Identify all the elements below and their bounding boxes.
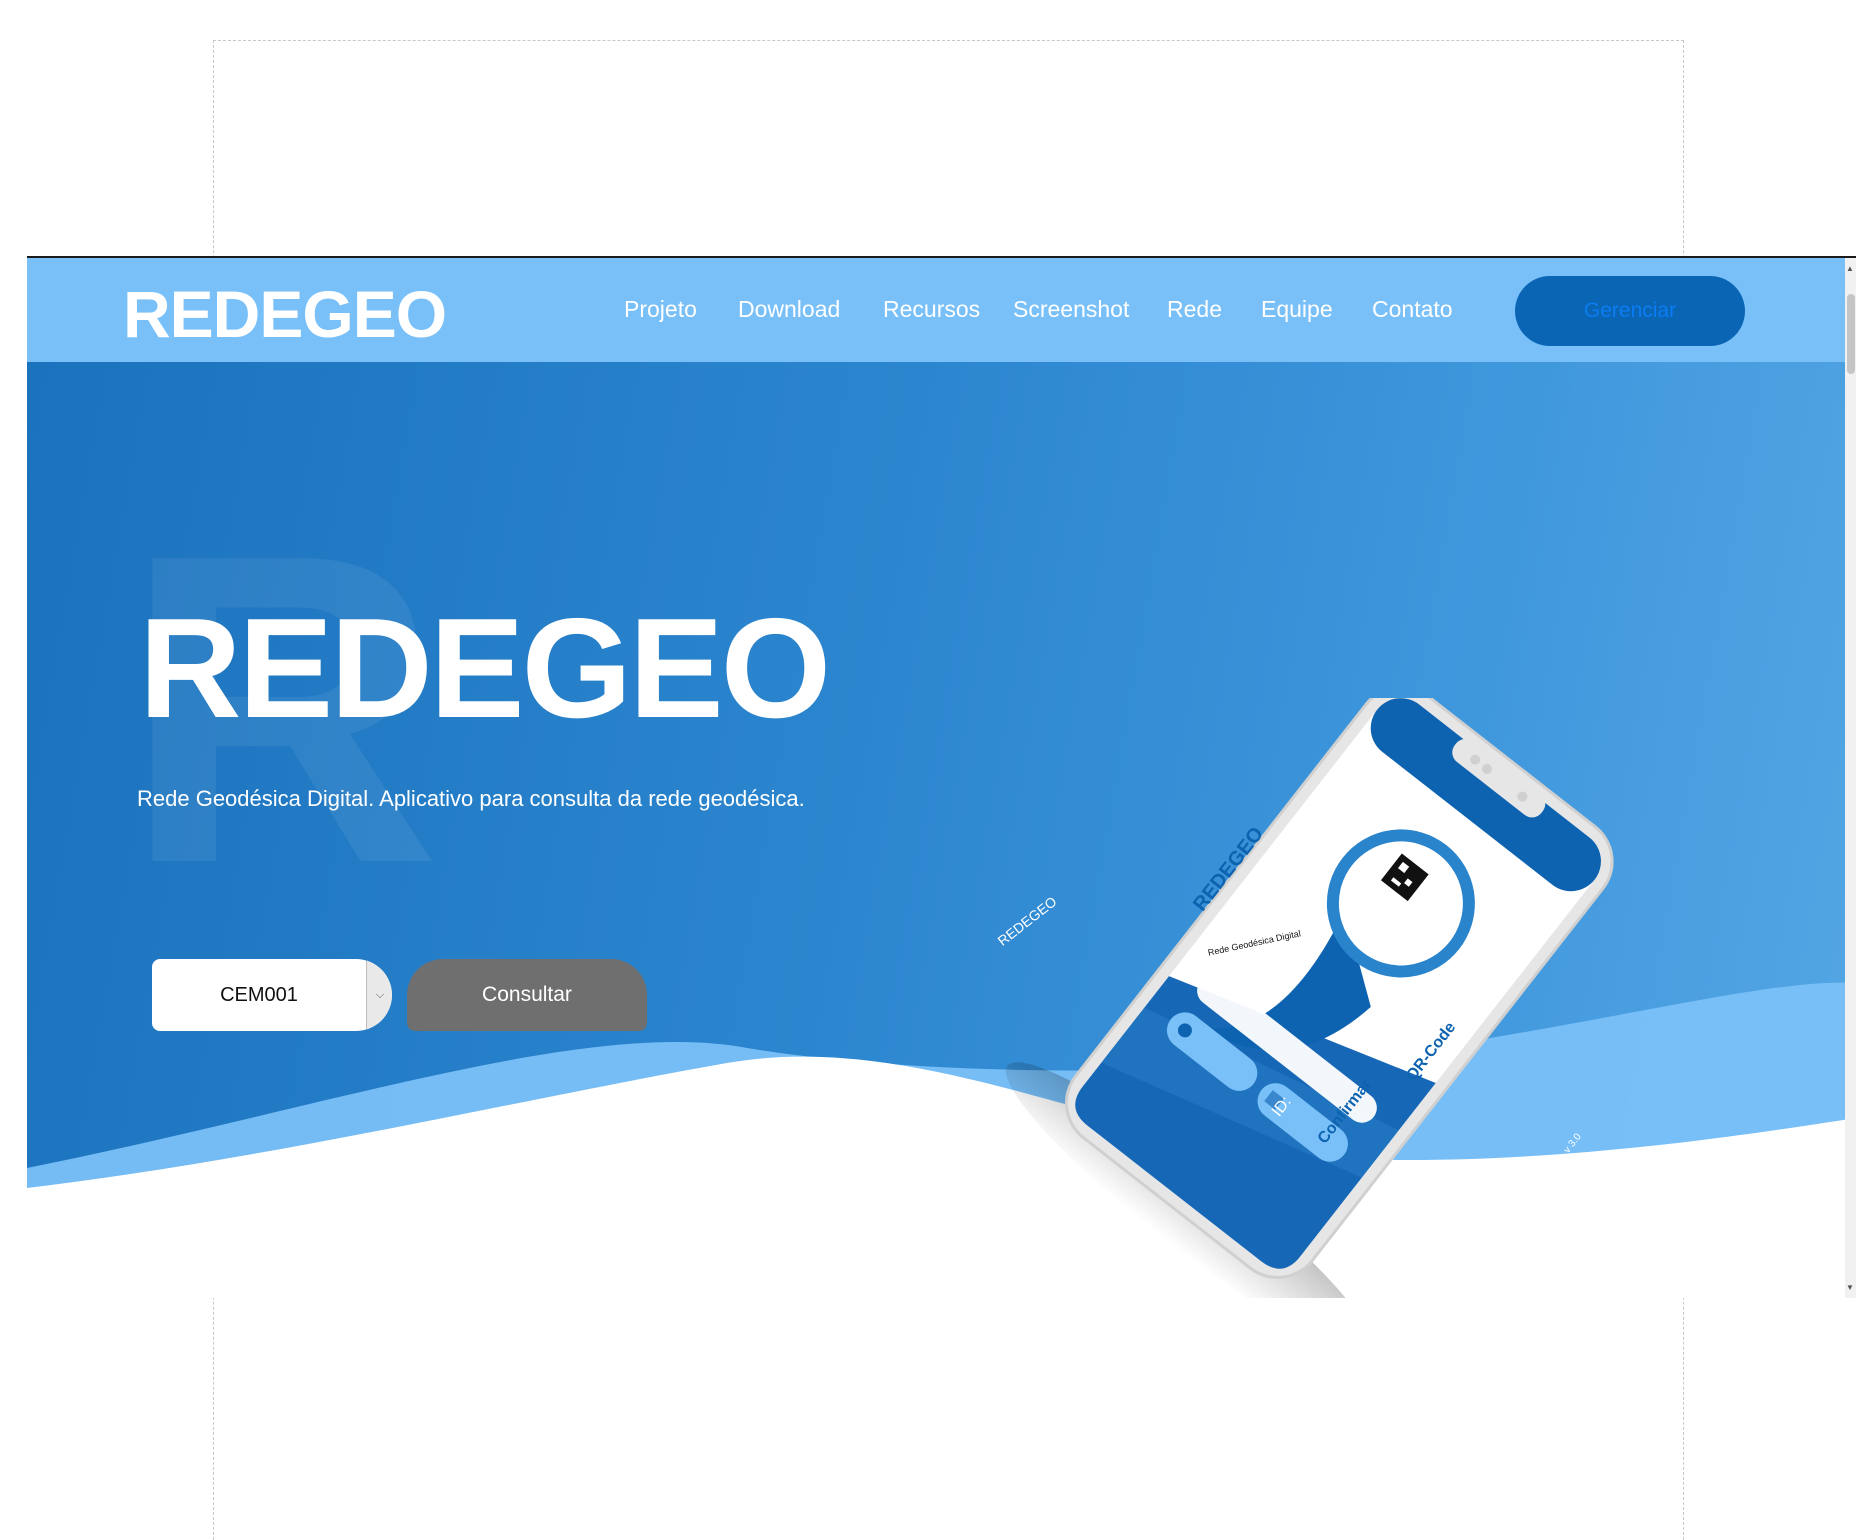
- nav-link-rede[interactable]: Rede: [1167, 296, 1222, 323]
- browser-viewport: R REDEGEO Projeto Download Recursos Scre…: [27, 256, 1856, 1298]
- hero-subtitle: Rede Geodésica Digital. Aplicativo para …: [137, 786, 805, 811]
- phone-mockup: [1005, 698, 1614, 1298]
- nav-link-recursos[interactable]: Recursos: [883, 296, 980, 323]
- hero-title: REDEGEO: [139, 589, 831, 748]
- site-logo[interactable]: REDEGEO: [123, 276, 447, 352]
- manage-button[interactable]: Gerenciar: [1515, 276, 1745, 346]
- scroll-up-arrow-icon[interactable]: ▲: [1846, 264, 1854, 273]
- scrollbar-thumb[interactable]: [1847, 294, 1855, 374]
- top-navbar: REDEGEO Projeto Download Recursos Screen…: [27, 258, 1856, 362]
- vertical-scrollbar[interactable]: [1845, 258, 1856, 1298]
- nav-link-projeto[interactable]: Projeto: [624, 296, 697, 323]
- nav-link-equipe[interactable]: Equipe: [1261, 296, 1333, 323]
- consult-button[interactable]: Consultar: [407, 959, 647, 1031]
- station-select-value[interactable]: CEM001: [152, 959, 366, 1031]
- scroll-down-arrow-icon[interactable]: ▼: [1846, 1283, 1854, 1292]
- station-select[interactable]: CEM001 ⌵: [152, 959, 392, 1031]
- nav-link-download[interactable]: Download: [738, 296, 840, 323]
- nav-link-screenshot[interactable]: Screenshot: [1013, 296, 1129, 323]
- chevron-down-icon[interactable]: ⌵: [366, 959, 392, 1031]
- nav-link-contato[interactable]: Contato: [1372, 296, 1453, 323]
